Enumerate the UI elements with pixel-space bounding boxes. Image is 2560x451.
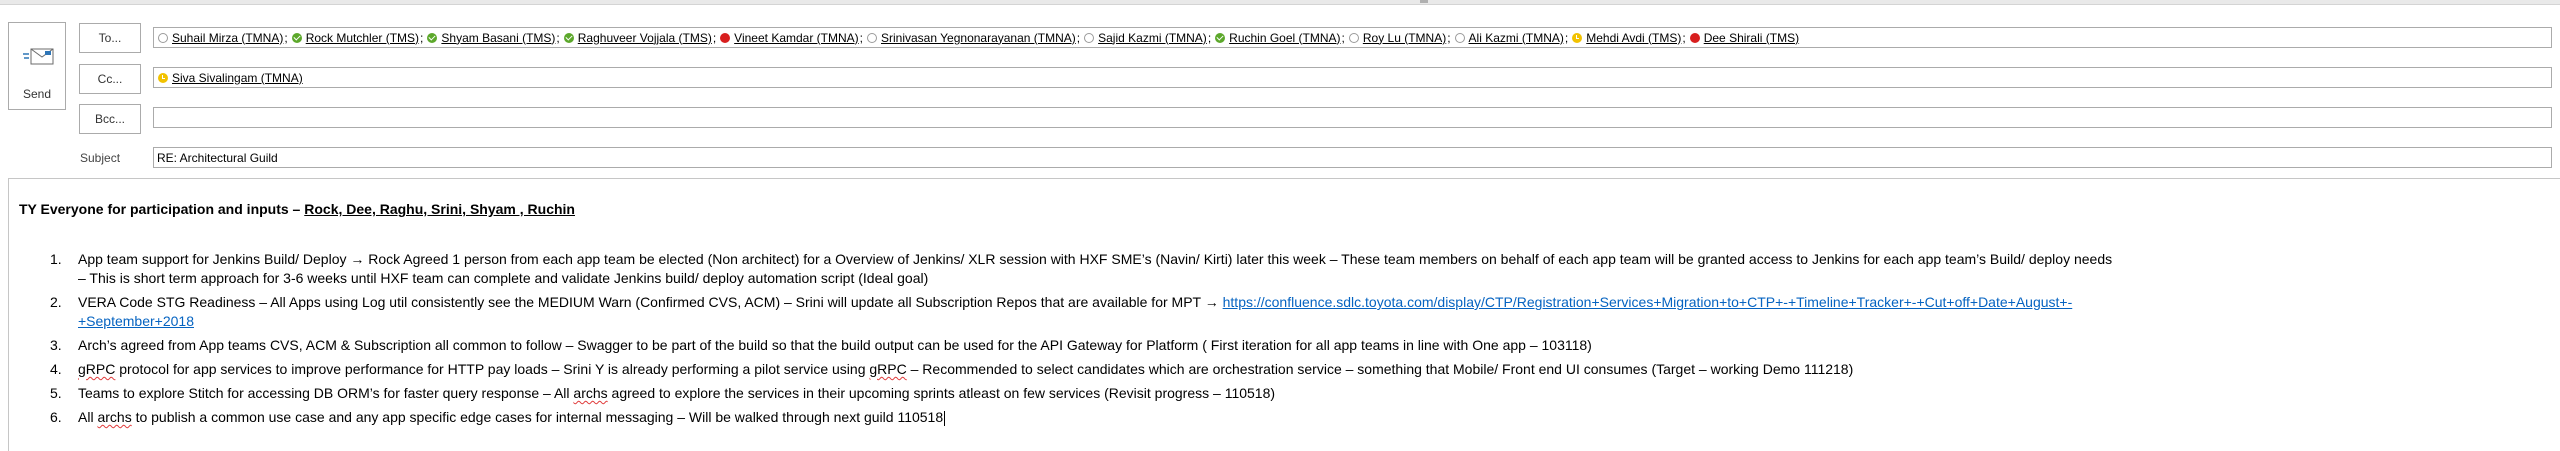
recipient-chip[interactable]: Ruchin Goel (TMNA);: [1215, 31, 1345, 45]
presence-available-icon: [427, 32, 438, 43]
item-number: 1.: [50, 251, 62, 267]
recipient-separator: ;: [420, 30, 424, 45]
recipient-chip[interactable]: Rock Mutchler (TMS);: [291, 30, 424, 45]
presence-available-icon: [291, 32, 302, 43]
item-text-continued: – This is short term approach for 3-6 we…: [78, 270, 929, 286]
recipient-name: Rock Mutchler (TMS): [305, 30, 420, 45]
recipient-separator: ;: [1341, 30, 1345, 45]
spellcheck-word: archs: [97, 409, 132, 425]
presence-offline-icon: [867, 32, 877, 43]
to-button[interactable]: To...: [79, 23, 141, 53]
recipient-chip[interactable]: Roy Lu (TMNA);: [1348, 30, 1451, 45]
bcc-button[interactable]: Bcc...: [79, 104, 141, 134]
item-text-continued: to publish a common use case and any app…: [131, 409, 944, 425]
send-button[interactable]: Send: [8, 22, 66, 110]
recipient-name: Suhail Mirza (TMNA): [172, 30, 284, 45]
recipient-chip[interactable]: Raghuveer Vojjala (TMS);: [563, 30, 717, 45]
list-item: 1. App team support for Jenkins Build/ D…: [20, 250, 2550, 288]
confluence-link[interactable]: https://confluence.sdlc.toyota.com/displ…: [1223, 294, 2073, 310]
spellcheck-word: gRPC: [78, 361, 116, 377]
recipient-separator: ;: [284, 30, 288, 45]
spellcheck-word: archs: [573, 385, 608, 401]
presence-offline-icon: [158, 32, 168, 43]
window-top-strip: [0, 0, 2560, 5]
recipient-chip[interactable]: Siva Sivalingam (TMNA): [158, 71, 303, 85]
thanks-names: Rock, Dee, Raghu, Srini, Shyam , Ruchin: [304, 201, 575, 217]
recipient-separator: ;: [1564, 30, 1569, 45]
bcc-field[interactable]: [153, 107, 2552, 128]
presence-offline-icon: [1348, 32, 1359, 43]
cc-button[interactable]: Cc...: [79, 64, 141, 94]
recipient-chip[interactable]: Shyam Basani (TMS);: [427, 30, 560, 45]
presence-away-icon: [1572, 32, 1583, 43]
item-text: All: [78, 409, 98, 425]
recipient-separator: ;: [556, 30, 560, 45]
item-text: Arch’s agreed from App teams CVS, ACM & …: [78, 337, 1592, 353]
recipient-separator: ;: [1207, 30, 1212, 45]
item-number: 5.: [50, 385, 62, 401]
confluence-link-continued[interactable]: +September+2018: [78, 313, 194, 329]
item-number: 6.: [50, 409, 62, 425]
to-field[interactable]: Suhail Mirza (TMNA); Rock Mutchler (TMS);…: [153, 27, 2552, 48]
recipient-name: Mehdi Avdi (TMS): [1586, 30, 1682, 45]
recipient-chip[interactable]: Suhail Mirza (TMNA);: [158, 31, 288, 45]
recipient-separator: ;: [1447, 30, 1451, 45]
recipient-chip[interactable]: Mehdi Avdi (TMS);: [1572, 30, 1686, 45]
item-number: 3.: [50, 337, 62, 353]
item-number: 4.: [50, 361, 62, 377]
recipient-separator: ;: [859, 30, 863, 45]
recipient-chip[interactable]: Dee Shirali (TMS): [1689, 30, 1800, 45]
recipient-name: Raghuveer Vojjala (TMS): [577, 30, 712, 45]
recipient-name: Roy Lu (TMNA): [1362, 30, 1447, 45]
recipient-chip[interactable]: Sajid Kazmi (TMNA);: [1084, 31, 1211, 45]
recipient-name: Ruchin Goel (TMNA): [1229, 30, 1341, 45]
recipient-name: Sajid Kazmi (TMNA): [1098, 30, 1207, 45]
list-item: 5. Teams to explore Stitch for accessing…: [20, 384, 2550, 403]
recipient-separator: ;: [1076, 30, 1081, 45]
recipient-chip[interactable]: Srinivasan Yegnonarayanan (TMNA);: [867, 31, 1080, 45]
recipient-name: Siva Sivalingam (TMNA): [172, 70, 303, 85]
presence-offline-icon: [1454, 32, 1465, 43]
recipient-chip[interactable]: Ali Kazmi (TMNA);: [1454, 30, 1569, 45]
thanks-line: TY Everyone for participation and inputs…: [19, 201, 575, 217]
text-cursor: [944, 410, 946, 426]
window-top-marker: [1420, 0, 1428, 3]
item-text: Teams to explore Stitch for accessing DB…: [78, 385, 574, 401]
item-number: 2.: [50, 294, 62, 310]
item-text: App team support for Jenkins Build/ Depl…: [78, 251, 2113, 267]
item-text: VERA Code STG Readiness – All Apps using…: [78, 294, 1223, 310]
thanks-lead: TY Everyone for participation and inputs…: [19, 201, 305, 217]
recipient-name: Shyam Basani (TMS): [441, 30, 556, 45]
recipient-name: Dee Shirali (TMS): [1703, 30, 1800, 45]
item-text-continued: – Recommended to select candidates which…: [906, 361, 1854, 377]
list-item: 3. Arch’s agreed from App teams CVS, ACM…: [20, 336, 2550, 355]
recipient-separator: ;: [712, 30, 717, 45]
recipient-name: Vineet Kamdar (TMNA): [734, 30, 859, 45]
recipient-separator: ;: [1682, 30, 1686, 45]
recipient-name: Ali Kazmi (TMNA): [1468, 30, 1564, 45]
send-envelope-icon: [23, 48, 54, 65]
action-items-list: 1. App team support for Jenkins Build/ D…: [20, 250, 2550, 432]
presence-offline-icon: [1084, 32, 1095, 43]
item-text: protocol for app services to improve per…: [115, 361, 870, 377]
subject-label: Subject: [80, 151, 121, 165]
presence-away-icon: [158, 72, 168, 83]
presence-busy-icon: [1689, 32, 1700, 43]
recipient-name: Srinivasan Yegnonarayanan (TMNA): [881, 30, 1076, 45]
cc-field[interactable]: Siva Sivalingam (TMNA): [153, 67, 2552, 88]
list-item: 4. gRPC protocol for app services to imp…: [20, 360, 2550, 379]
item-text-continued: agreed to explore the services in their …: [607, 385, 1276, 401]
presence-available-icon: [1215, 32, 1226, 43]
list-item: 2. VERA Code STG Readiness – All Apps us…: [20, 293, 2550, 331]
presence-busy-icon: [720, 32, 731, 43]
send-button-label: Send: [22, 87, 52, 101]
spellcheck-word: gRPC: [869, 361, 907, 377]
recipient-chip[interactable]: Vineet Kamdar (TMNA);: [720, 31, 863, 45]
list-item: 6. All archs to publish a common use cas…: [20, 408, 2550, 427]
presence-available-icon: [563, 32, 574, 43]
subject-field[interactable]: RE: Architectural Guild: [153, 147, 2552, 168]
